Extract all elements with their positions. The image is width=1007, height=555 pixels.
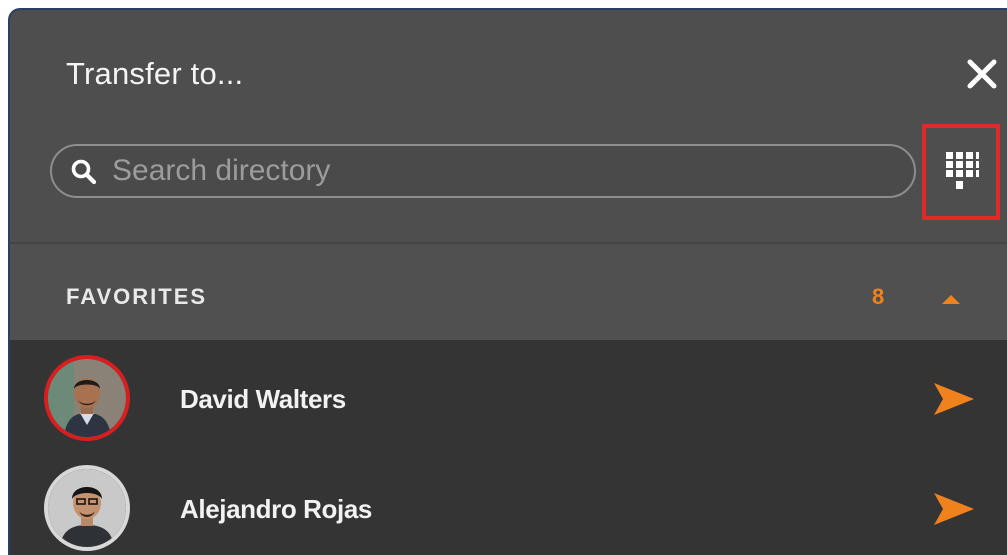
- transfer-button[interactable]: [932, 380, 976, 418]
- search-box[interactable]: [50, 144, 916, 198]
- search-input[interactable]: [112, 154, 892, 188]
- transfer-button[interactable]: [932, 490, 976, 528]
- dialog-title: Transfer to...: [66, 56, 244, 91]
- contact-name: David Walters: [180, 384, 346, 414]
- contact-name: Alejandro Rojas: [180, 494, 372, 524]
- dialpad-button[interactable]: [922, 124, 1000, 220]
- close-button[interactable]: [962, 54, 1002, 94]
- search-icon: [71, 159, 97, 185]
- favorites-count: 8: [872, 284, 885, 309]
- contact-row[interactable]: Alejandro Rojas: [10, 450, 1007, 555]
- avatar: [44, 465, 130, 551]
- avatar: [44, 355, 130, 441]
- transfer-dialog: Transfer to... Search directory FAVORITE…: [8, 8, 1007, 555]
- dialpad-icon: [946, 152, 979, 189]
- close-icon: [967, 59, 997, 89]
- screenshot-frame: Transfer to... Search directory FAVORITE…: [0, 0, 1007, 555]
- collapse-button[interactable]: [940, 292, 962, 306]
- send-icon: [934, 383, 974, 415]
- chevron-up-icon: [942, 295, 960, 304]
- favorites-section-header[interactable]: FAVORITES 8: [10, 244, 1007, 340]
- contact-list: David Walters Alejandro Rojas: [10, 340, 1007, 555]
- send-icon: [934, 493, 974, 525]
- section-title: FAVORITES: [66, 284, 208, 309]
- contact-row[interactable]: David Walters: [10, 340, 1007, 450]
